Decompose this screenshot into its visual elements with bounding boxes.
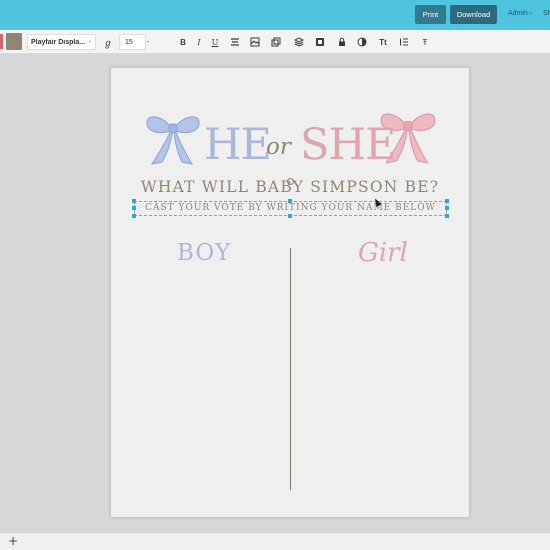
share-link[interactable]: Sh <box>543 10 550 17</box>
font-size-input[interactable]: 15 <box>119 34 146 50</box>
font-family-select[interactable]: Playfair Displa... ⌄ <box>27 34 96 50</box>
resize-handle[interactable] <box>445 214 449 218</box>
text-case-button[interactable]: Tt <box>376 35 390 49</box>
print-button[interactable]: Print <box>415 5 446 24</box>
opacity-icon[interactable] <box>355 35 369 49</box>
image-replace-icon[interactable] <box>248 35 262 49</box>
resize-handle[interactable] <box>132 199 136 203</box>
rotate-handle-icon[interactable] <box>287 178 294 185</box>
blue-bow-image[interactable] <box>144 110 202 168</box>
line-spacing-icon[interactable] <box>397 35 411 49</box>
font-family-value: Playfair Displa... <box>31 38 86 46</box>
resize-handle[interactable] <box>132 206 136 210</box>
align-icon[interactable] <box>313 35 327 49</box>
title-he[interactable]: HE <box>204 120 272 170</box>
add-page-button[interactable]: + <box>8 534 18 548</box>
resize-handle[interactable] <box>288 214 292 218</box>
chevron-down-icon[interactable]: ⌄ <box>146 38 150 44</box>
italic-button[interactable]: I <box>192 35 206 49</box>
page-bar: + <box>0 532 550 550</box>
text-toolbar: Playfair Displa... ⌄ ℊ 15 ⌄ B I U Tt Ŧ <box>0 30 550 54</box>
title-she[interactable]: SHE <box>300 120 396 170</box>
duplicate-icon[interactable] <box>269 35 283 49</box>
text-align-icon[interactable] <box>228 35 242 49</box>
color-swatch-red[interactable] <box>0 34 3 49</box>
user-menu[interactable]: Admin <box>508 10 528 17</box>
resize-handle[interactable] <box>132 214 136 218</box>
lock-icon[interactable] <box>335 35 349 49</box>
resize-handle[interactable] <box>445 206 449 210</box>
download-button[interactable]: Download <box>450 5 497 24</box>
underline-button[interactable]: U <box>208 35 222 49</box>
chevron-down-icon[interactable]: ⌄ <box>528 9 533 16</box>
resize-handle[interactable] <box>445 199 449 203</box>
text-color-swatch[interactable] <box>6 33 22 50</box>
chevron-down-icon: ⌄ <box>87 38 92 44</box>
column-divider-line[interactable] <box>290 248 291 490</box>
title-or[interactable]: or <box>266 134 291 160</box>
strikethrough-button[interactable]: Ŧ <box>418 35 432 49</box>
format-painter-icon[interactable]: ℊ <box>101 35 115 49</box>
resize-handle[interactable] <box>288 199 292 203</box>
boy-column-label[interactable]: BOY <box>177 240 231 266</box>
bold-button[interactable]: B <box>176 35 190 49</box>
girl-column-label[interactable]: Girl <box>358 238 408 268</box>
layers-icon[interactable] <box>292 35 306 49</box>
top-header-bar: Print Download Admin ⌄ Sh <box>0 0 550 30</box>
